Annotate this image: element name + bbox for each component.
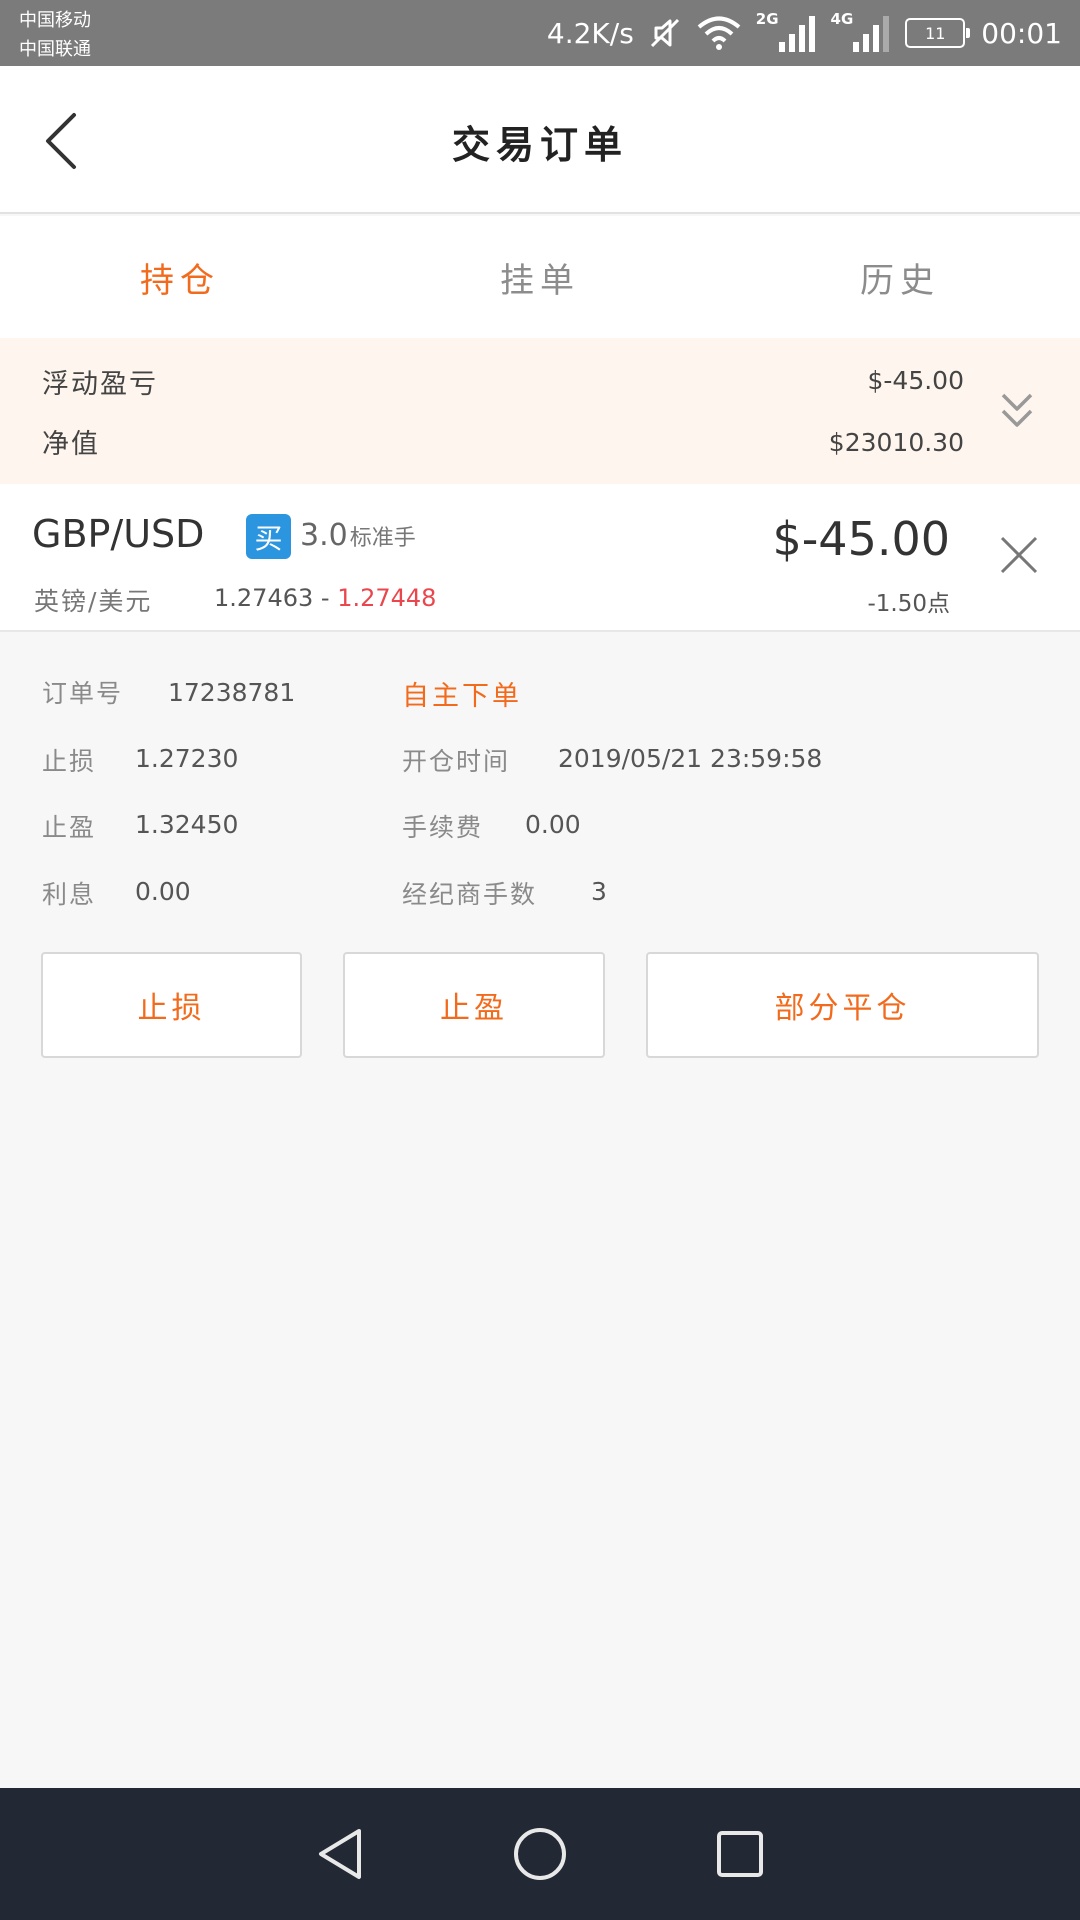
carrier-info: 中国移动 中国联通 [19, 6, 91, 64]
account-summary: 浮动盈亏 $-45.00 净值 $23010.30 [0, 338, 1080, 484]
tab-pending-orders[interactable]: 挂单 [360, 216, 720, 338]
price-range: 1.27463 - 1.27448 [214, 584, 436, 612]
partial-close-button[interactable]: 部分平仓 [646, 952, 1039, 1058]
broker-lots-label: 经纪商手数 [402, 880, 538, 909]
status-bar: 中国移动 中国联通 4.2K/s 2G 4G 11 00:01 [0, 0, 1080, 66]
fee-value: 0.00 [525, 810, 581, 839]
position-points: -1.50点 [867, 591, 950, 617]
close-icon [1000, 536, 1038, 574]
square-recents-icon [717, 1831, 763, 1877]
order-no-label: 订单号 [42, 679, 124, 708]
double-chevron-down-icon [1001, 393, 1033, 427]
fee-label: 手续费 [402, 813, 484, 842]
stop-loss-value: 1.27230 [135, 744, 239, 773]
take-profit-button[interactable]: 止盈 [343, 952, 605, 1058]
net-speed: 4.2K/s [546, 16, 634, 50]
lots-unit: 标准手 [349, 526, 416, 551]
wifi-icon [696, 16, 742, 50]
open-time-label: 开仓时间 [402, 747, 511, 776]
stop-loss-button[interactable]: 止损 [41, 952, 302, 1058]
price-separator: - [320, 584, 330, 612]
signal-icon [777, 14, 817, 52]
position-lots: 3.0标准手 [300, 518, 416, 553]
lots-value: 3.0 [300, 518, 348, 553]
battery-level: 11 [925, 23, 946, 43]
current-price: 1.27448 [337, 584, 437, 612]
order-tabs: 持仓 挂单 历史 [0, 216, 1080, 338]
equity-label: 净值 [42, 429, 100, 460]
clock: 00:01 [981, 16, 1062, 50]
interest-label: 利息 [42, 880, 97, 909]
page-title: 交易订单 [451, 123, 628, 167]
nav-home-button[interactable] [500, 1814, 580, 1894]
position-card[interactable]: GBP/USD 买 3.0标准手 英镑/美元 1.27463 - 1.27448… [0, 484, 1080, 632]
order-type: 自主下单 [402, 681, 522, 712]
buy-badge: 买 [246, 514, 291, 559]
app-header: 交易订单 [0, 66, 1080, 214]
circle-home-icon [514, 1828, 566, 1880]
mute-icon [648, 16, 682, 50]
system-nav-bar [0, 1788, 1080, 1920]
nav-recents-button[interactable] [700, 1814, 780, 1894]
interest-value: 0.00 [135, 877, 191, 906]
symbol-cn-name: 英镑/美元 [34, 587, 153, 616]
tab-positions[interactable]: 持仓 [0, 216, 360, 338]
take-profit-label: 止盈 [42, 813, 97, 842]
open-price: 1.27463 [214, 584, 314, 612]
broker-lots-value: 3 [591, 877, 607, 906]
triangle-back-icon [319, 1829, 361, 1879]
signal-icon [851, 14, 891, 52]
stop-loss-label: 止损 [42, 747, 97, 776]
floating-pnl-value: $-45.00 [867, 366, 965, 395]
expand-summary-button[interactable] [992, 386, 1042, 436]
tab-history[interactable]: 历史 [720, 216, 1080, 338]
carrier-2: 中国联通 [19, 39, 91, 60]
network-type-label-1: 2G [755, 10, 779, 28]
open-time-value: 2019/05/21 23:59:58 [558, 744, 823, 773]
nav-back-button[interactable] [300, 1814, 380, 1894]
carrier-1: 中国移动 [19, 10, 91, 31]
position-symbol: GBP/USD [32, 512, 205, 556]
order-no-value: 17238781 [168, 678, 296, 707]
position-pnl: $-45.00 [772, 512, 950, 566]
equity-value: $23010.30 [828, 428, 964, 457]
floating-pnl-label: 浮动盈亏 [42, 369, 158, 400]
battery-icon: 11 [905, 18, 971, 48]
take-profit-value: 1.32450 [135, 810, 239, 839]
close-position-button[interactable] [996, 532, 1042, 578]
network-type-label-2: 4G [830, 10, 854, 28]
